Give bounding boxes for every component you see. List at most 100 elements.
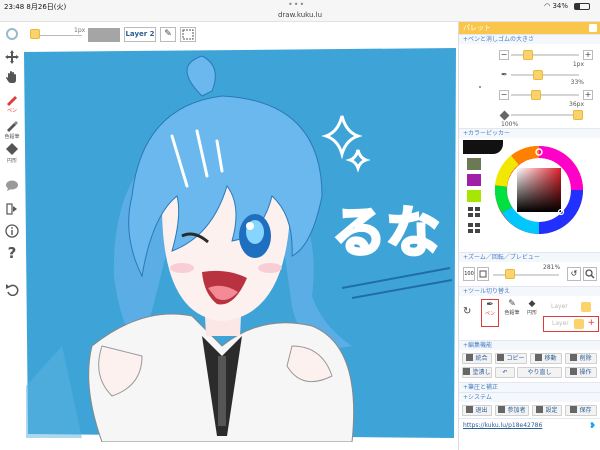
tool-shape-label: 円形 bbox=[526, 310, 537, 316]
delete-icon bbox=[570, 354, 578, 361]
color-picker bbox=[459, 138, 600, 252]
zoom-track[interactable] bbox=[493, 274, 559, 276]
move-icon bbox=[535, 354, 543, 361]
fit-screen-icon[interactable] bbox=[477, 267, 489, 281]
pen-size-minus[interactable]: − bbox=[499, 50, 509, 60]
eraser-opacity-track[interactable] bbox=[511, 114, 579, 116]
section-color-picker[interactable]: +カラーピッカー bbox=[459, 128, 600, 138]
tool-shape[interactable]: ◆ 円形 bbox=[523, 299, 541, 327]
chat-icon[interactable] bbox=[2, 180, 22, 194]
panel-toggle-icon[interactable] bbox=[589, 24, 597, 32]
eraser-opacity-knob[interactable] bbox=[573, 110, 583, 120]
eraser-size-plus[interactable]: + bbox=[583, 90, 593, 100]
color-swatch-green[interactable] bbox=[467, 158, 481, 170]
opacity-knob[interactable] bbox=[533, 70, 543, 80]
pen-size-knob[interactable] bbox=[523, 50, 533, 60]
tool-brush-label: 色鉛筆 bbox=[504, 310, 520, 316]
layer-label: Layer 2 bbox=[125, 30, 155, 38]
section-correction[interactable]: +筆圧と補正 bbox=[459, 382, 600, 392]
save-button[interactable]: 保存 bbox=[565, 405, 597, 416]
add-layer-icon[interactable]: + bbox=[587, 318, 595, 328]
color-swatch-lime[interactable] bbox=[467, 190, 481, 202]
gear-icon bbox=[536, 406, 544, 413]
twitter-icon[interactable]: ❥ bbox=[589, 421, 596, 430]
palette-grid-icon-2[interactable] bbox=[467, 222, 481, 234]
move-button[interactable]: 移動 bbox=[530, 353, 562, 364]
drawing-canvas[interactable]: るな bbox=[22, 46, 458, 443]
palette-header: パレット bbox=[459, 22, 600, 34]
palette-title: パレット bbox=[463, 24, 491, 32]
opacity-value: 33% bbox=[570, 79, 584, 86]
section-system[interactable]: +システム bbox=[459, 392, 600, 402]
size-slider-knob[interactable] bbox=[30, 29, 40, 39]
magnifier-icon[interactable] bbox=[583, 267, 597, 281]
settings-button[interactable]: 設定 bbox=[532, 405, 562, 416]
layer-row-1[interactable]: Layer bbox=[543, 300, 597, 314]
zoom-knob[interactable] bbox=[505, 269, 515, 279]
palette-grid-icon[interactable] bbox=[467, 206, 481, 218]
participants-icon bbox=[498, 406, 506, 413]
delete-button[interactable]: 削除 bbox=[565, 353, 597, 364]
colored-pencil-tool[interactable]: 色鉛筆 bbox=[2, 118, 22, 140]
info-icon[interactable] bbox=[2, 224, 22, 240]
tool-pen-label: ペン bbox=[484, 311, 495, 317]
redo-button[interactable]: やり直し bbox=[517, 367, 562, 378]
pen-icon bbox=[7, 96, 17, 106]
color-swatch-purple[interactable] bbox=[467, 174, 481, 186]
layer-selector[interactable]: Layer 2 bbox=[124, 27, 156, 42]
section-pen-size[interactable]: +ペンと消しゴムの大きさ bbox=[459, 34, 600, 44]
copy-button[interactable]: コピー bbox=[495, 353, 527, 364]
participants-button[interactable]: 参加者 bbox=[495, 405, 529, 416]
zoom-100-button[interactable]: 100 bbox=[463, 267, 475, 281]
share-url-link[interactable]: https://kuku.lu/p18e42786 bbox=[463, 422, 542, 429]
hand-icon[interactable] bbox=[2, 70, 22, 86]
tool-pen[interactable]: ✒ ペン bbox=[481, 299, 499, 327]
transfer-icon[interactable] bbox=[2, 202, 22, 218]
pen-tool[interactable]: ペン bbox=[2, 92, 22, 114]
pencil-icon bbox=[7, 121, 18, 132]
color-wheel[interactable] bbox=[495, 146, 583, 234]
brush-icon: ✎ bbox=[508, 299, 516, 309]
exit-button[interactable]: 退出 bbox=[462, 405, 492, 416]
operation-button[interactable]: 操作 bbox=[565, 367, 597, 378]
layer-row-2-label: Layer bbox=[552, 320, 569, 327]
pen-size-track[interactable] bbox=[511, 54, 579, 56]
eraser-size-track[interactable] bbox=[511, 94, 579, 96]
pencil-label: 色鉛筆 bbox=[4, 134, 20, 140]
eraser-size-knob[interactable] bbox=[531, 90, 541, 100]
eyedropper-icon[interactable]: ✎ bbox=[160, 27, 176, 42]
fill-icon bbox=[463, 368, 471, 375]
merge-icon bbox=[466, 354, 474, 361]
help-icon[interactable]: ? bbox=[2, 244, 22, 262]
layer-row-2[interactable]: Layer + bbox=[543, 316, 599, 332]
current-color-swatch[interactable] bbox=[88, 28, 120, 42]
move-icon[interactable] bbox=[2, 50, 22, 66]
eraser-opacity-value: 100% bbox=[501, 121, 519, 128]
address-bar[interactable]: draw.kuku.lu bbox=[0, 11, 600, 19]
undo-button[interactable]: ↶ bbox=[495, 367, 515, 378]
undo-icon[interactable] bbox=[2, 282, 22, 298]
canvas-text: るな bbox=[332, 201, 440, 264]
operation-icon bbox=[570, 368, 578, 375]
history-icon[interactable]: ↻ bbox=[463, 306, 471, 317]
pen-size-plus[interactable]: + bbox=[583, 50, 593, 60]
size-slider-track[interactable] bbox=[34, 35, 82, 36]
battery-icon bbox=[574, 3, 590, 10]
fill-button[interactable]: 塗潰し bbox=[462, 367, 492, 378]
selection-icon[interactable] bbox=[180, 27, 196, 42]
copy-icon bbox=[497, 354, 505, 361]
rotate-icon[interactable]: ↺ bbox=[567, 267, 581, 281]
eraser-size-minus[interactable]: − bbox=[499, 90, 509, 100]
layer-row-1-label: Layer bbox=[551, 303, 568, 310]
tool-brush[interactable]: ✎ 色鉛筆 bbox=[503, 299, 521, 327]
shape-tool[interactable]: 円形 bbox=[2, 142, 22, 164]
palette-panel: パレット +ペンと消しゴムの大きさ − + 1px ✒ 33% − + 36px… bbox=[458, 22, 600, 450]
section-zoom[interactable]: +ズーム／回転／プレビュー bbox=[459, 252, 600, 262]
merge-button[interactable]: 統合 bbox=[462, 353, 492, 364]
section-edit[interactable]: +編集機能 bbox=[459, 340, 600, 350]
more-dots-icon[interactable]: ••• bbox=[288, 0, 305, 9]
download-icon bbox=[570, 406, 578, 413]
section-tool-switch[interactable]: +ツール切り替え bbox=[459, 286, 600, 296]
color-wheel-icon[interactable] bbox=[2, 28, 22, 42]
opacity-track[interactable] bbox=[511, 74, 579, 76]
